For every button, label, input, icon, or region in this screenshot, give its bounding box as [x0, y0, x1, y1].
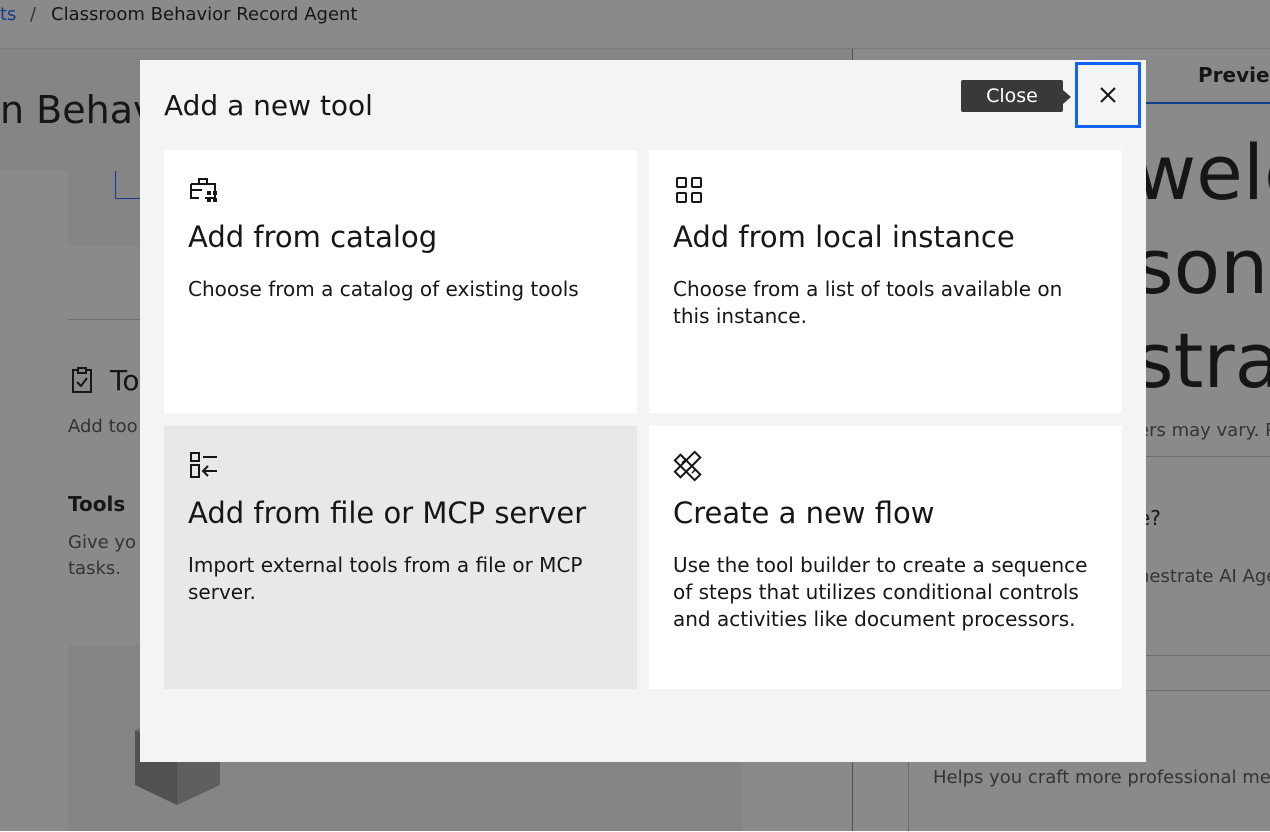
tile-description: Import external tools from a file or MCP…: [188, 553, 583, 604]
tile-title: Add from catalog: [188, 220, 438, 254]
tools-builder-icon: [673, 450, 702, 482]
import-list-icon: [190, 452, 217, 478]
grid-icon: [676, 177, 702, 203]
catalog-icon: [190, 178, 217, 202]
tile-title: Add from local instance: [673, 220, 1015, 254]
close-icon: [1100, 87, 1116, 103]
tile-description: Choose from a catalog of existing tools: [188, 277, 579, 301]
close-tooltip-caret: [1063, 90, 1071, 104]
add-tool-modal: Add a new tool Close Add from catalog Ch…: [140, 60, 1146, 762]
tile-add-from-local-instance[interactable]: Add from local instance Choose from a li…: [649, 150, 1122, 413]
tile-description: Use the tool builder to create a sequenc…: [673, 553, 1088, 631]
tile-title: Add from file or MCP server: [188, 496, 587, 530]
tile-title: Create a new flow: [673, 496, 935, 530]
modal-title: Add a new tool: [164, 89, 373, 122]
tile-create-new-flow[interactable]: Create a new flow Use the tool builder t…: [649, 426, 1122, 689]
close-tooltip: Close: [961, 80, 1063, 112]
tile-add-from-catalog[interactable]: Add from catalog Choose from a catalog o…: [164, 150, 637, 413]
close-button[interactable]: [1075, 62, 1141, 128]
tile-description: Choose from a list of tools available on…: [673, 277, 1063, 328]
tile-add-from-file-or-mcp[interactable]: Add from file or MCP server Import exter…: [164, 426, 637, 689]
